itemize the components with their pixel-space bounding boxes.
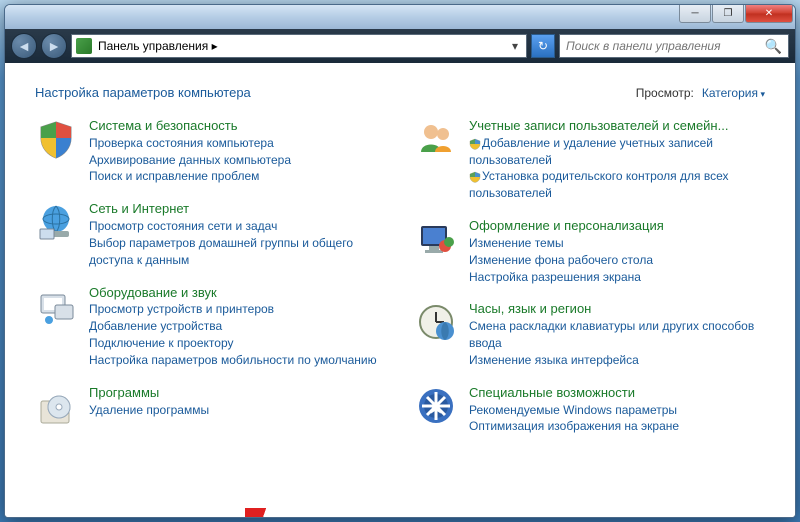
programs-icon bbox=[35, 385, 77, 427]
category-body: Учетные записи пользователей и семейн...… bbox=[469, 118, 765, 202]
left-column: Система и безопасностьПроверка состояния… bbox=[35, 118, 385, 451]
category-link[interactable]: Настройка разрешения экрана bbox=[469, 269, 765, 286]
category-columns: Система и безопасностьПроверка состояния… bbox=[35, 118, 765, 451]
annotation-arrow bbox=[245, 508, 385, 517]
page-title: Настройка параметров компьютера bbox=[35, 85, 251, 100]
link-text: Смена раскладки клавиатуры или других сп… bbox=[469, 319, 754, 350]
view-label: Просмотр: bbox=[636, 86, 694, 100]
link-text: Настройка разрешения экрана bbox=[469, 270, 641, 284]
right-column: Учетные записи пользователей и семейн...… bbox=[415, 118, 765, 451]
category-block: Оформление и персонализацияИзменение тем… bbox=[415, 218, 765, 285]
link-text: Оптимизация изображения на экране bbox=[469, 419, 679, 433]
clock-icon bbox=[415, 301, 457, 343]
titlebar: ─ ❐ ✕ bbox=[5, 5, 795, 29]
category-link[interactable]: Архивирование данных компьютера bbox=[89, 152, 385, 169]
category-link[interactable]: Подключение к проектору bbox=[89, 335, 385, 352]
category-body: Часы, язык и регионСмена раскладки клави… bbox=[469, 301, 765, 368]
control-panel-window: ─ ❐ ✕ ◄ ► Панель управления ▸ ▾ ↻ 🔍 Наст… bbox=[4, 4, 796, 518]
category-link[interactable]: Изменение темы bbox=[469, 235, 765, 252]
link-text: Удаление программы bbox=[89, 403, 209, 417]
category-title[interactable]: Сеть и Интернет bbox=[89, 201, 385, 218]
category-link[interactable]: Поиск и исправление проблем bbox=[89, 168, 385, 185]
category-block: Учетные записи пользователей и семейн...… bbox=[415, 118, 765, 202]
category-link[interactable]: Удаление программы bbox=[89, 402, 385, 419]
category-link[interactable]: Добавление и удаление учетных записей по… bbox=[469, 135, 765, 169]
category-block: Специальные возможностиРекомендуемые Win… bbox=[415, 385, 765, 435]
search-input[interactable] bbox=[566, 39, 765, 53]
link-text: Установка родительского контроля для все… bbox=[469, 169, 729, 200]
content-area: Настройка параметров компьютера Просмотр… bbox=[5, 63, 795, 517]
link-text: Просмотр устройств и принтеров bbox=[89, 302, 274, 316]
category-link[interactable]: Выбор параметров домашней группы и общег… bbox=[89, 235, 385, 269]
category-block: Оборудование и звукПросмотр устройств и … bbox=[35, 285, 385, 369]
close-button[interactable]: ✕ bbox=[745, 5, 793, 23]
category-title[interactable]: Программы bbox=[89, 385, 385, 402]
link-text: Просмотр состояния сети и задач bbox=[89, 219, 277, 233]
shield-icon bbox=[35, 118, 77, 160]
category-body: Оборудование и звукПросмотр устройств и … bbox=[89, 285, 385, 369]
category-link[interactable]: Изменение фона рабочего стола bbox=[469, 252, 765, 269]
link-text: Изменение фона рабочего стола bbox=[469, 253, 653, 267]
category-title[interactable]: Система и безопасность bbox=[89, 118, 385, 135]
category-link[interactable]: Изменение языка интерфейса bbox=[469, 352, 765, 369]
category-link[interactable]: Оптимизация изображения на экране bbox=[469, 418, 765, 435]
breadcrumb: Панель управления ▸ bbox=[98, 39, 502, 53]
category-block: ПрограммыУдаление программы bbox=[35, 385, 385, 427]
hardware-icon bbox=[35, 285, 77, 327]
category-block: Система и безопасностьПроверка состояния… bbox=[35, 118, 385, 185]
category-body: Специальные возможностиРекомендуемые Win… bbox=[469, 385, 765, 435]
category-link[interactable]: Просмотр состояния сети и задач bbox=[89, 218, 385, 235]
category-block: Часы, язык и регионСмена раскладки клави… bbox=[415, 301, 765, 368]
link-text: Настройка параметров мобильности по умол… bbox=[89, 353, 377, 367]
category-body: Сеть и ИнтернетПросмотр состояния сети и… bbox=[89, 201, 385, 268]
search-icon[interactable]: 🔍 bbox=[765, 38, 782, 55]
link-text: Изменение темы bbox=[469, 236, 564, 250]
link-text: Добавление и удаление учетных записей по… bbox=[469, 136, 713, 167]
link-text: Рекомендуемые Windows параметры bbox=[469, 403, 677, 417]
search-bar[interactable]: 🔍 bbox=[559, 34, 789, 58]
category-body: Оформление и персонализацияИзменение тем… bbox=[469, 218, 765, 285]
view-selector: Просмотр: Категория bbox=[636, 86, 765, 100]
category-title[interactable]: Оформление и персонализация bbox=[469, 218, 765, 235]
link-text: Подключение к проектору bbox=[89, 336, 234, 350]
ease-icon bbox=[415, 385, 457, 427]
category-link[interactable]: Проверка состояния компьютера bbox=[89, 135, 385, 152]
heading-row: Настройка параметров компьютера Просмотр… bbox=[35, 85, 765, 100]
maximize-button[interactable]: ❐ bbox=[712, 5, 744, 23]
category-link[interactable]: Смена раскладки клавиатуры или других сп… bbox=[469, 318, 765, 352]
forward-button[interactable]: ► bbox=[41, 33, 67, 59]
category-link[interactable]: Добавление устройства bbox=[89, 318, 385, 335]
link-text: Архивирование данных компьютера bbox=[89, 153, 291, 167]
link-text: Поиск и исправление проблем bbox=[89, 169, 259, 183]
link-text: Добавление устройства bbox=[89, 319, 222, 333]
category-title[interactable]: Учетные записи пользователей и семейн... bbox=[469, 118, 765, 135]
link-text: Выбор параметров домашней группы и общег… bbox=[89, 236, 353, 267]
category-body: ПрограммыУдаление программы bbox=[89, 385, 385, 427]
category-title[interactable]: Часы, язык и регион bbox=[469, 301, 765, 318]
category-link[interactable]: Настройка параметров мобильности по умол… bbox=[89, 352, 385, 369]
category-link[interactable]: Просмотр устройств и принтеров bbox=[89, 301, 385, 318]
minimize-button[interactable]: ─ bbox=[679, 5, 711, 23]
appearance-icon bbox=[415, 218, 457, 260]
category-link[interactable]: Рекомендуемые Windows параметры bbox=[469, 402, 765, 419]
refresh-button[interactable]: ↻ bbox=[531, 34, 555, 58]
back-button[interactable]: ◄ bbox=[11, 33, 37, 59]
address-dropdown-icon[interactable]: ▾ bbox=[508, 39, 522, 53]
network-icon bbox=[35, 201, 77, 243]
category-title[interactable]: Оборудование и звук bbox=[89, 285, 385, 302]
control-panel-icon bbox=[76, 38, 92, 54]
address-bar[interactable]: Панель управления ▸ ▾ bbox=[71, 34, 527, 58]
category-link[interactable]: Установка родительского контроля для все… bbox=[469, 168, 765, 202]
navbar: ◄ ► Панель управления ▸ ▾ ↻ 🔍 bbox=[5, 29, 795, 63]
category-block: Сеть и ИнтернетПросмотр состояния сети и… bbox=[35, 201, 385, 268]
view-dropdown[interactable]: Категория bbox=[702, 86, 765, 100]
link-text: Проверка состояния компьютера bbox=[89, 136, 274, 150]
link-text: Изменение языка интерфейса bbox=[469, 353, 639, 367]
users-icon bbox=[415, 118, 457, 160]
category-body: Система и безопасностьПроверка состояния… bbox=[89, 118, 385, 185]
category-title[interactable]: Специальные возможности bbox=[469, 385, 765, 402]
